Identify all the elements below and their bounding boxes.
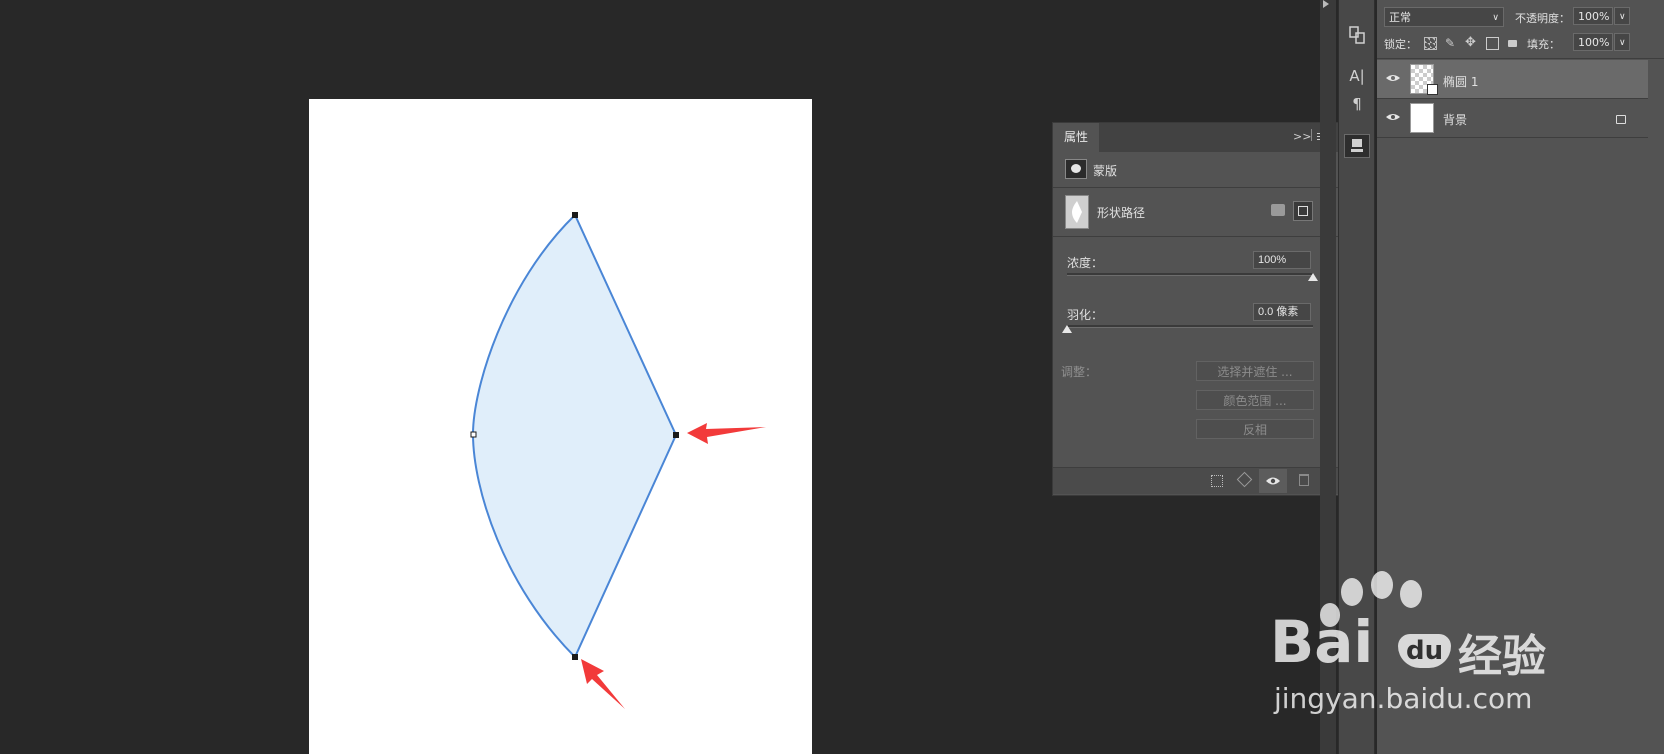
smart-object-badge-icon: [1427, 84, 1438, 95]
apply-mask-icon[interactable]: [1236, 471, 1253, 488]
paragraph-icon[interactable]: ¶: [1344, 92, 1370, 116]
layer-name[interactable]: 背景: [1443, 111, 1467, 128]
layer-row-background[interactable]: 背景: [1377, 99, 1648, 137]
lock-position-icon[interactable]: ✥: [1465, 35, 1476, 50]
feather-input[interactable]: [1253, 303, 1311, 321]
divider-icon: [1311, 129, 1312, 141]
vector-mask-thumbnail[interactable]: [1065, 195, 1089, 229]
shape-path-label: 形状路径: [1097, 206, 1146, 220]
clone-source-icon[interactable]: [1344, 24, 1370, 48]
shape-path-row: 形状路径: [1053, 188, 1338, 236]
color-range-button[interactable]: 颜色范围 ...: [1196, 390, 1314, 410]
invert-button[interactable]: 反相: [1196, 419, 1314, 439]
vector-mask-icon[interactable]: [1293, 201, 1313, 221]
lock-label: 锁定：: [1384, 38, 1417, 51]
mask-label: 蒙版: [1093, 164, 1118, 178]
properties-panel: 属性 >> 蒙版 形状路径 浓度： 羽化：: [1052, 122, 1339, 496]
arrow-annotation-right: [687, 423, 766, 444]
character-icon[interactable]: A|: [1344, 64, 1370, 88]
brand-jingyan: 经验: [1458, 631, 1546, 682]
opacity-value: 100%: [1578, 10, 1610, 23]
add-mask-icon[interactable]: [1271, 204, 1285, 216]
trash-icon[interactable]: [1299, 474, 1309, 486]
anchor-point-right[interactable]: [673, 432, 679, 438]
layer-name[interactable]: 椭圆 1: [1443, 73, 1478, 90]
properties-icon[interactable]: [1344, 134, 1370, 158]
mask-row: 蒙版: [1053, 152, 1338, 187]
opacity-label: 不透明度：: [1515, 12, 1570, 25]
layer-thumbnail: [1410, 103, 1434, 133]
properties-tab-bar: 属性 >>: [1053, 123, 1338, 152]
lock-all-icon[interactable]: [1508, 40, 1517, 47]
fill-label: 填充：: [1527, 38, 1560, 51]
lock-artboard-icon[interactable]: [1486, 37, 1499, 50]
collapse-icon[interactable]: >>: [1293, 130, 1311, 143]
blend-mode-select[interactable]: 正常 ∨: [1384, 7, 1504, 27]
feather-slider-handle[interactable]: [1062, 325, 1072, 333]
visibility-toggle-icon[interactable]: [1259, 469, 1287, 493]
properties-bottom-bar: [1053, 467, 1338, 494]
lock-icon: [1616, 115, 1626, 124]
document-canvas[interactable]: [309, 99, 812, 754]
lock-transparent-pixels-icon[interactable]: [1424, 37, 1437, 50]
sector-shape[interactable]: [471, 213, 678, 659]
feather-label: 羽化：: [1067, 308, 1104, 322]
opacity-dropdown[interactable]: ∨: [1614, 7, 1630, 25]
separator: [1053, 236, 1338, 237]
anchor-point-bottom[interactable]: [572, 654, 578, 660]
opacity-input[interactable]: 100%: [1573, 7, 1613, 25]
load-selection-icon[interactable]: [1211, 475, 1223, 487]
shape-thumbnail-icon: [1072, 201, 1082, 223]
anchor-point-left[interactable]: [470, 431, 477, 438]
lock-image-pixels-icon[interactable]: ✎: [1445, 36, 1455, 50]
feather-slider[interactable]: [1067, 325, 1313, 328]
eye-icon[interactable]: [1385, 70, 1401, 86]
fill-dropdown[interactable]: ∨: [1614, 33, 1630, 51]
play-icon[interactable]: [1323, 0, 1329, 8]
density-label: 浓度：: [1067, 256, 1104, 270]
fill-input[interactable]: 100%: [1573, 33, 1613, 51]
fill-value: 100%: [1578, 36, 1610, 49]
eye-icon[interactable]: [1385, 109, 1401, 125]
adjust-label: 调整：: [1061, 365, 1098, 379]
brand-bai: Bai: [1270, 608, 1374, 676]
density-input[interactable]: [1253, 251, 1311, 269]
watermark: Bai du 经验 jingyan.baidu.com: [1270, 570, 1660, 720]
arrow-annotation-bottom: [581, 659, 625, 709]
chevron-down-icon: ∨: [1492, 13, 1499, 23]
pixel-mask-icon[interactable]: [1065, 159, 1087, 179]
tab-properties[interactable]: 属性: [1053, 123, 1099, 152]
layer-row-ellipse[interactable]: 椭圆 1: [1377, 60, 1648, 98]
blend-mode-value: 正常: [1389, 11, 1411, 24]
anchor-point-top[interactable]: [572, 212, 578, 218]
density-slider[interactable]: [1067, 273, 1313, 276]
density-slider-handle[interactable]: [1308, 273, 1318, 281]
canvas-drawing: [470, 212, 766, 709]
select-and-mask-button[interactable]: 选择并遮住 ...: [1196, 361, 1314, 381]
separator: [1377, 58, 1664, 59]
watermark-url: jingyan.baidu.com: [1274, 682, 1533, 715]
separator: [1377, 137, 1648, 138]
